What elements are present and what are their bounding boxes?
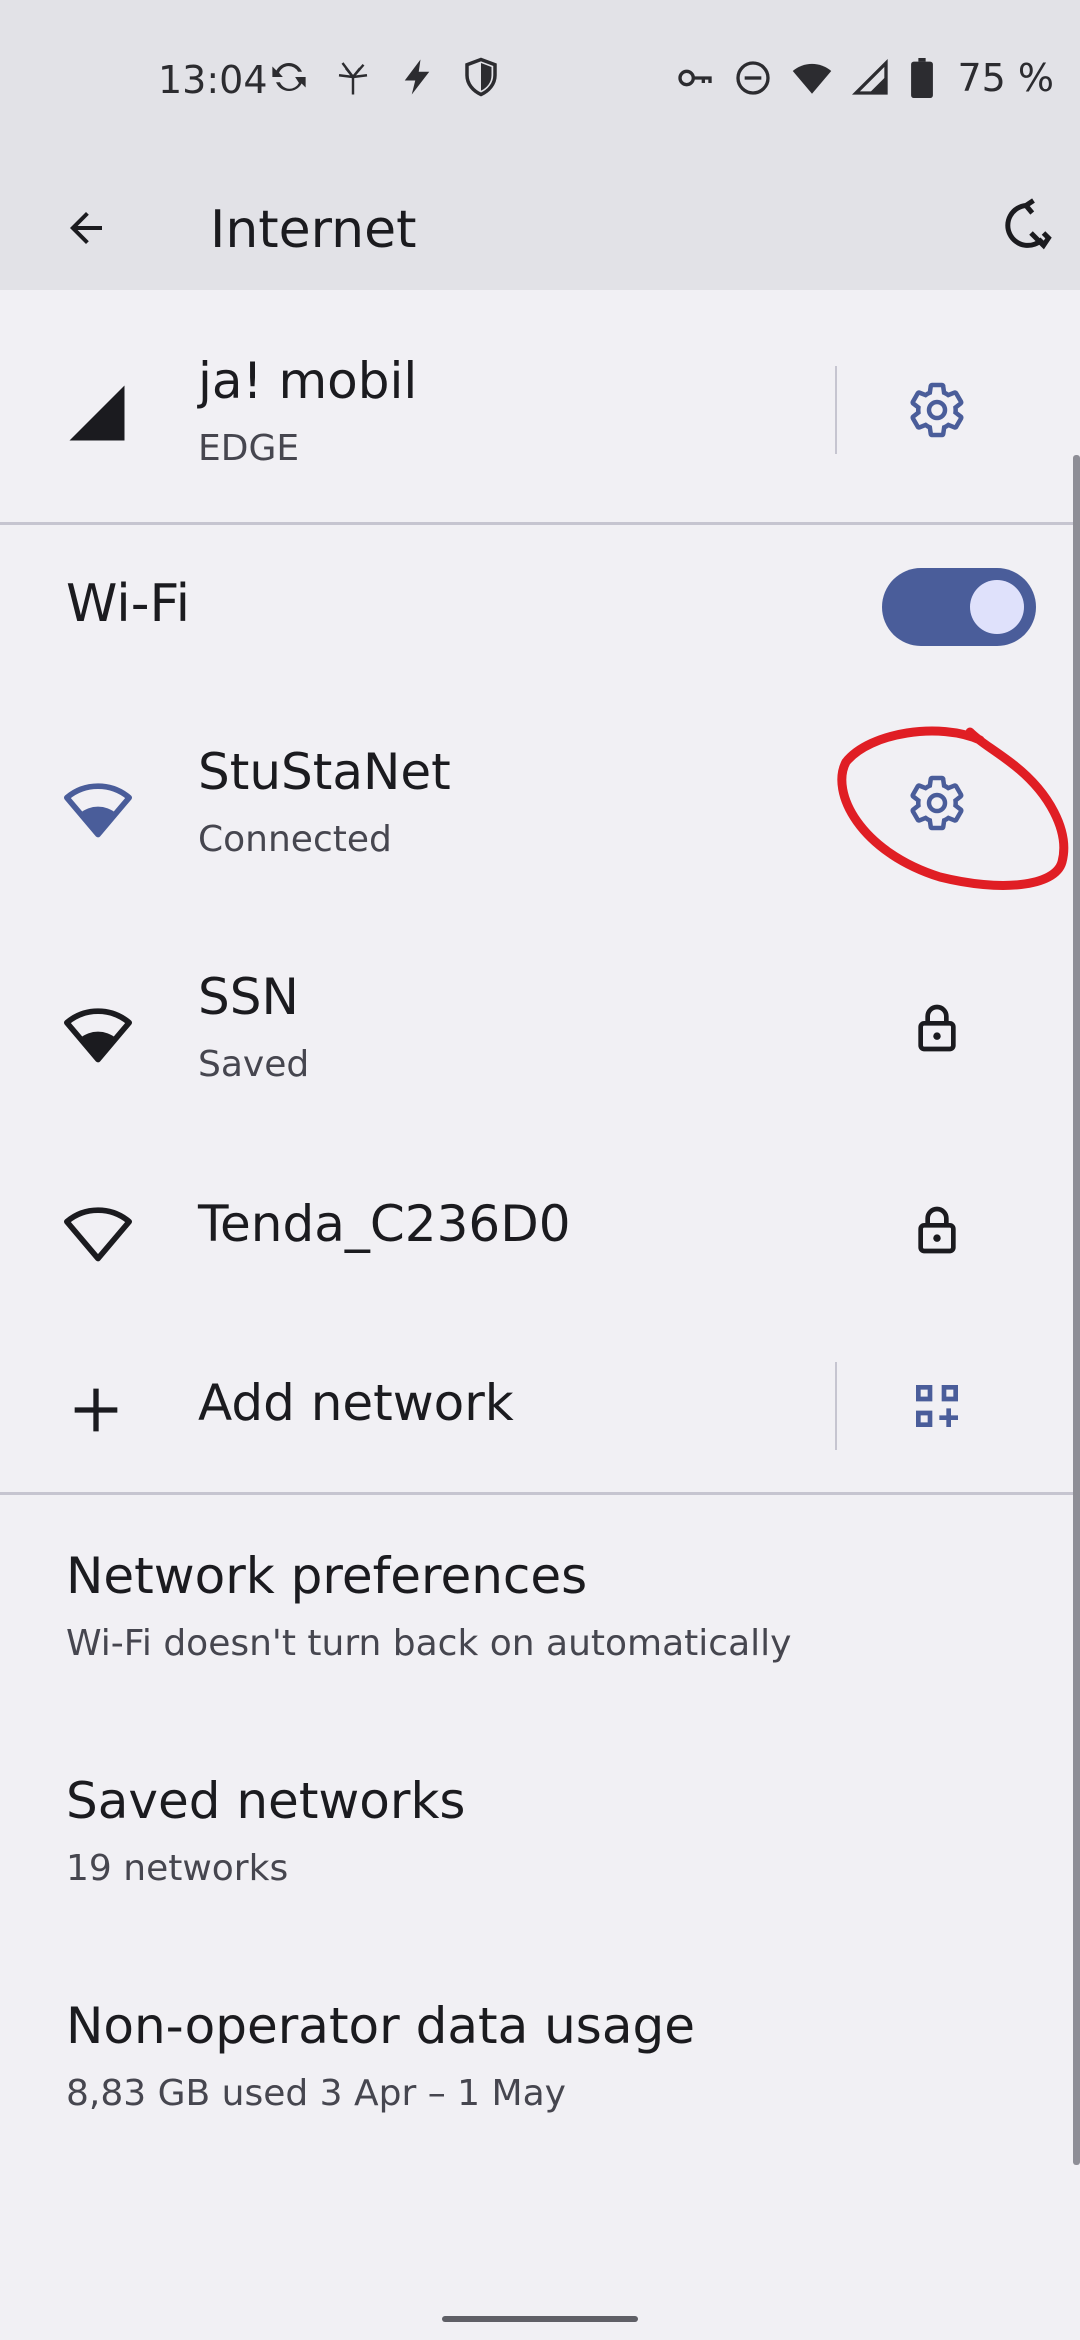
pref-subtitle: Wi-Fi doesn't turn back on automatically — [66, 1623, 792, 1664]
gesture-nav-handle[interactable] — [442, 2316, 638, 2322]
wifi-signal-full-icon — [64, 1000, 132, 1068]
page-title: Internet — [210, 200, 417, 260]
divider — [835, 1362, 837, 1450]
app-bar: Internet — [0, 166, 1080, 290]
mobile-network-name: ja! mobil — [198, 352, 418, 410]
pref-title: Non-operator data usage — [66, 1997, 695, 2055]
wifi-network-row[interactable]: StuStaNet Connected — [0, 695, 1080, 920]
shield-icon — [460, 56, 502, 98]
add-network-label: Add network — [198, 1374, 514, 1432]
back-button[interactable] — [48, 190, 124, 266]
scrollbar[interactable] — [1073, 455, 1080, 2165]
pref-title: Saved networks — [66, 1772, 466, 1830]
wifi-toggle[interactable] — [882, 568, 1036, 646]
network-status: Saved — [198, 1044, 310, 1085]
cell-signal-icon — [64, 380, 130, 446]
network-lock — [894, 1187, 980, 1273]
network-name: Tenda_C236D0 — [198, 1195, 571, 1253]
reset-network-icon — [996, 198, 1056, 258]
data-usage-item[interactable]: Non-operator data usage 8,83 GB used 3 A… — [0, 1945, 1080, 2170]
mobile-network-type: EDGE — [198, 428, 300, 469]
gear-icon — [907, 773, 967, 833]
battery-percent: 75 % — [957, 56, 1054, 100]
pref-title: Network preferences — [66, 1547, 588, 1605]
arrow-back-icon — [62, 204, 110, 252]
battery-icon — [909, 58, 935, 98]
network-preferences-item[interactable]: Network preferences Wi-Fi doesn't turn b… — [0, 1495, 1080, 1720]
network-settings-button[interactable] — [894, 760, 980, 846]
wifi-network-row[interactable]: SSN Saved — [0, 920, 1080, 1145]
network-name: SSN — [198, 968, 299, 1026]
add-network-row[interactable]: Add network — [0, 1320, 1080, 1492]
wifi-signal-full-icon — [64, 775, 132, 843]
cell-signal-icon — [851, 58, 891, 98]
gear-icon — [907, 380, 967, 440]
wifi-icon — [791, 57, 833, 99]
wifi-signal-weak-icon — [64, 1199, 132, 1267]
vpn-key-icon — [675, 58, 715, 98]
reset-internet-button[interactable] — [986, 188, 1066, 268]
network-name: StuStaNet — [198, 743, 451, 801]
scan-qr-button[interactable] — [894, 1363, 980, 1449]
network-status: Connected — [198, 819, 392, 860]
status-left-icons — [268, 56, 502, 98]
do-not-disturb-icon — [733, 58, 773, 98]
lock-icon — [909, 1202, 965, 1258]
pinwheel-icon — [332, 56, 374, 98]
lock-icon — [909, 1000, 965, 1056]
wifi-network-row[interactable]: Tenda_C236D0 — [0, 1145, 1080, 1320]
qr-code-scanner-icon — [909, 1378, 965, 1434]
toggle-knob — [970, 580, 1024, 634]
mobile-network-settings-button[interactable] — [894, 367, 980, 453]
pref-subtitle: 19 networks — [66, 1848, 289, 1889]
status-time: 13:04 — [158, 58, 268, 102]
add-icon — [64, 1378, 128, 1442]
saved-networks-item[interactable]: Saved networks 19 networks — [0, 1720, 1080, 1945]
divider — [835, 366, 837, 454]
sync-icon — [268, 56, 310, 98]
flash-icon — [396, 56, 438, 98]
status-bar: 13:04 75 % — [0, 0, 1080, 166]
mobile-network-row[interactable]: ja! mobil EDGE — [0, 290, 1080, 522]
status-right-icons: 75 % — [675, 56, 1054, 100]
wifi-label: Wi-Fi — [66, 574, 191, 634]
network-lock — [894, 985, 980, 1071]
pref-subtitle: 8,83 GB used 3 Apr – 1 May — [66, 2073, 566, 2114]
